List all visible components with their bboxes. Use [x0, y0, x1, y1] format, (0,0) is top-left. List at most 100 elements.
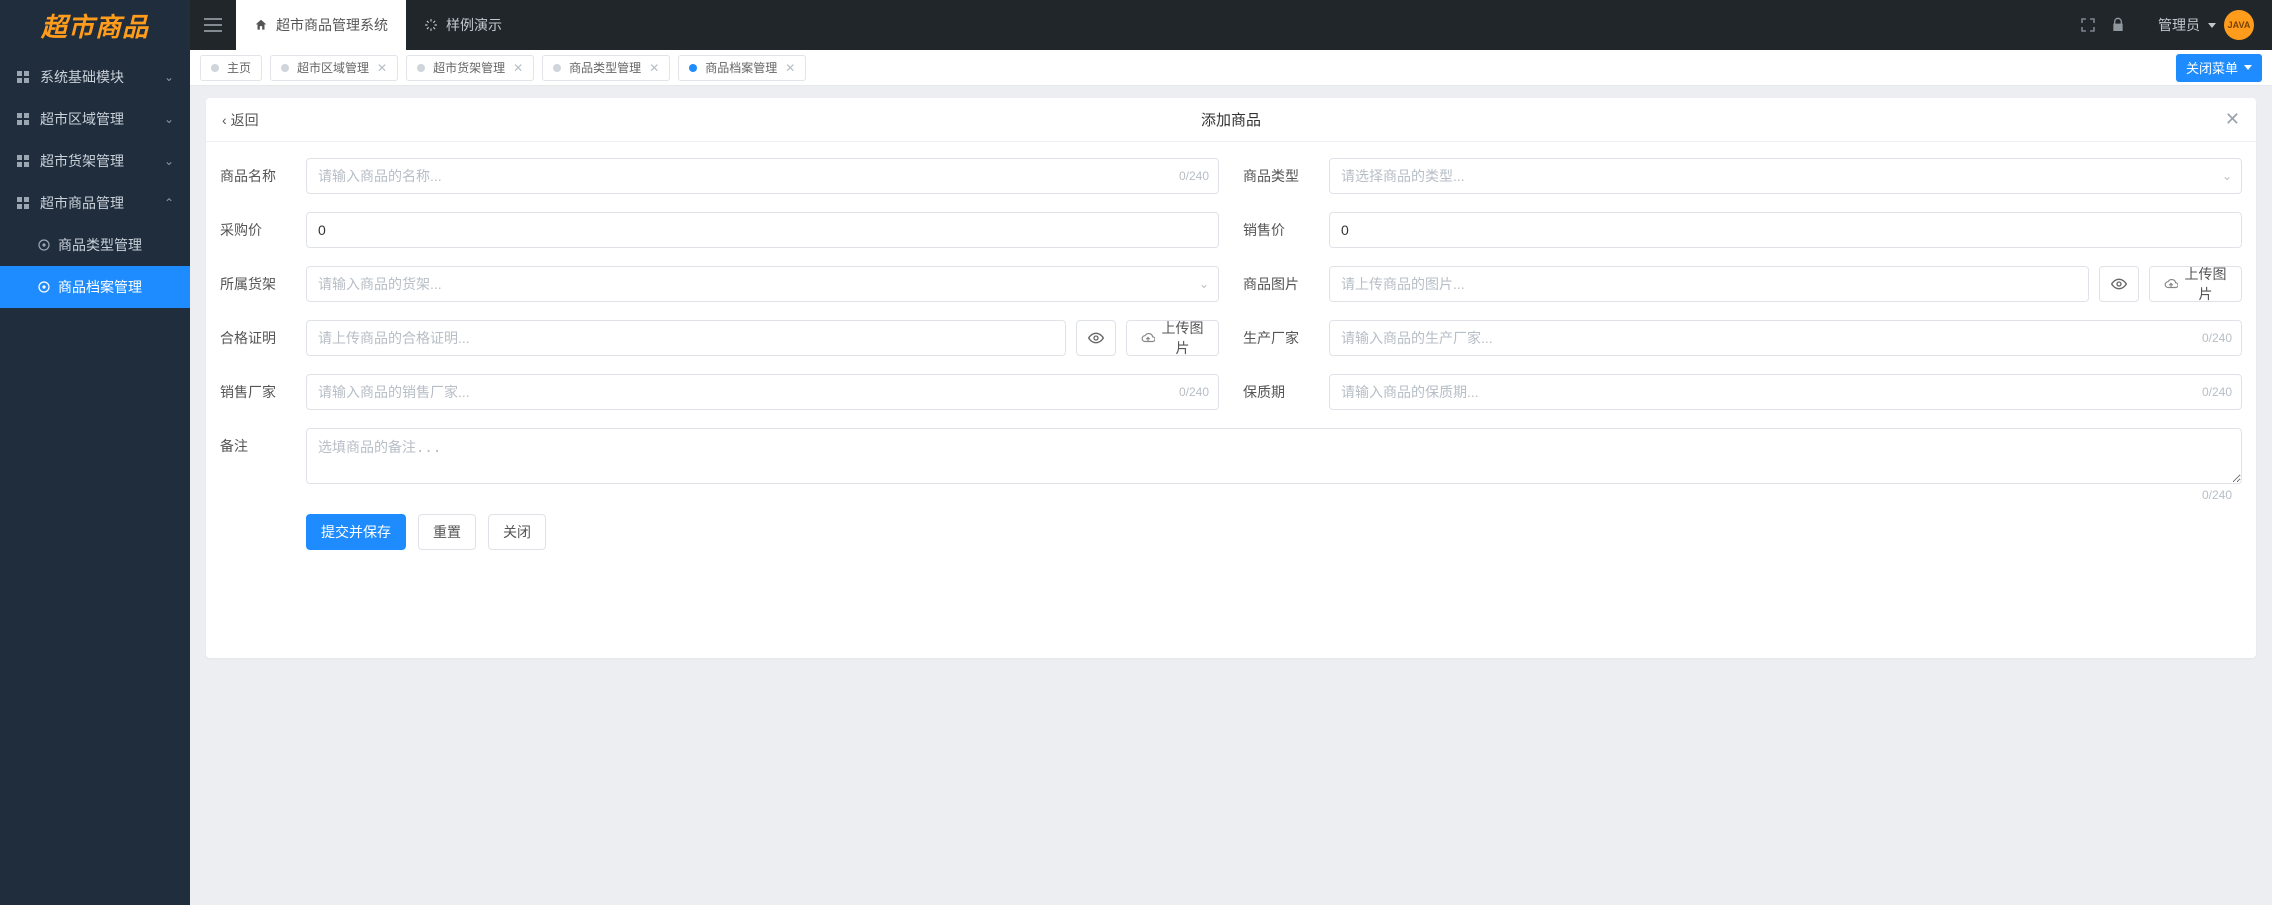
sidebar-item-label: 超市区域管理	[40, 109, 124, 129]
shelf-label: 所属货架	[220, 274, 306, 294]
lock-icon[interactable]	[2110, 17, 2126, 33]
breadcrumb-tab-archive[interactable]: 商品档案管理 ✕	[678, 55, 806, 81]
submit-button[interactable]: 提交并保存	[306, 514, 406, 550]
image-label: 商品图片	[1243, 274, 1329, 294]
sidebar-item-area[interactable]: 超市区域管理 ⌄	[0, 98, 190, 140]
chevron-down-icon: ⌄	[164, 154, 174, 168]
chevron-down-icon: ⌄	[164, 112, 174, 126]
producer-label: 生产厂家	[1243, 328, 1329, 348]
shelf-select[interactable]	[306, 266, 1219, 302]
type-select[interactable]	[1329, 158, 2242, 194]
reset-button[interactable]: 重置	[418, 514, 476, 550]
breadcrumb-tab-area[interactable]: 超市区域管理 ✕	[270, 55, 398, 81]
close-icon[interactable]: ✕	[649, 61, 659, 75]
producer-input[interactable]	[1329, 320, 2242, 356]
seller-input[interactable]	[306, 374, 1219, 410]
close-icon[interactable]: ✕	[377, 61, 387, 75]
panel-head: ‹ 返回 添加商品 ✕	[206, 98, 2256, 142]
shelflife-input[interactable]	[1329, 374, 2242, 410]
top-header: 超市商品管理系统 样例演示 管理员 JAVA	[190, 0, 2272, 50]
hamburger-icon	[204, 24, 222, 26]
caret-down-icon	[2208, 23, 2216, 28]
name-input[interactable]	[306, 158, 1219, 194]
tab-label: 商品档案管理	[705, 59, 777, 76]
panel-wrap: ‹ 返回 添加商品 ✕ 商品名称 0/240	[190, 86, 2272, 905]
grid-icon	[16, 70, 30, 84]
fullscreen-icon[interactable]	[2080, 17, 2096, 33]
breadcrumb-tab-type[interactable]: 商品类型管理 ✕	[542, 55, 670, 81]
eye-icon	[1088, 330, 1104, 346]
purchase-input[interactable]	[306, 212, 1219, 248]
tab-label: 商品类型管理	[569, 59, 641, 76]
preview-image-button[interactable]	[2099, 266, 2139, 302]
close-icon[interactable]: ✕	[785, 61, 795, 75]
cloud-upload-icon	[1141, 331, 1155, 345]
close-menu-label: 关闭菜单	[2186, 58, 2238, 77]
upload-cert-button[interactable]: 上传图片	[1126, 320, 1219, 356]
top-tab-primary[interactable]: 超市商品管理系统	[236, 0, 406, 50]
admin-dropdown[interactable]: 管理员 JAVA	[2140, 0, 2272, 50]
sidebar-subitem-label: 商品类型管理	[58, 235, 142, 255]
sale-input[interactable]	[1329, 212, 2242, 248]
tab-label: 超市区域管理	[297, 59, 369, 76]
panel-close-button[interactable]: ✕	[2225, 109, 2240, 130]
chevron-up-icon: ⌃	[164, 196, 174, 210]
preview-cert-button[interactable]	[1076, 320, 1116, 356]
shelflife-label: 保质期	[1243, 382, 1329, 402]
type-label: 商品类型	[1243, 166, 1329, 186]
sidebar-item-product[interactable]: 超市商品管理 ⌃	[0, 182, 190, 224]
tab-label: 主页	[227, 59, 251, 76]
eye-icon	[2111, 276, 2127, 292]
grid-icon	[16, 112, 30, 126]
breadcrumb-tab-home[interactable]: 主页	[200, 55, 262, 81]
hamburger-button[interactable]	[190, 0, 236, 50]
panel: ‹ 返回 添加商品 ✕ 商品名称 0/240	[206, 98, 2256, 658]
back-label: 返回	[231, 110, 259, 130]
status-dot-icon	[417, 64, 425, 72]
close-menu-button[interactable]: 关闭菜单	[2176, 54, 2262, 82]
avatar: JAVA	[2224, 10, 2254, 40]
sidebar-item-shelf[interactable]: 超市货架管理 ⌄	[0, 140, 190, 182]
image-input[interactable]	[1329, 266, 2089, 302]
close-button[interactable]: 关闭	[488, 514, 546, 550]
status-dot-icon	[689, 64, 697, 72]
sidebar-item-system-base[interactable]: 系统基础模块 ⌄	[0, 56, 190, 98]
breadcrumb-tab-shelf[interactable]: 超市货架管理 ✕	[406, 55, 534, 81]
tab-label: 超市货架管理	[433, 59, 505, 76]
target-icon	[38, 281, 50, 293]
chevron-left-icon: ‹	[222, 112, 227, 128]
top-tab-label: 样例演示	[446, 15, 502, 35]
sidebar-subitem-archive[interactable]: 商品档案管理	[0, 266, 190, 308]
avatar-text: JAVA	[2228, 20, 2251, 30]
top-tab-demo[interactable]: 样例演示	[406, 0, 520, 50]
logo-area: 超市商品	[0, 0, 190, 50]
logo-text: 超市商品	[41, 7, 149, 44]
close-icon[interactable]: ✕	[513, 61, 523, 75]
upload-image-button[interactable]: 上传图片	[2149, 266, 2242, 302]
name-label: 商品名称	[220, 166, 306, 186]
back-link[interactable]: ‹ 返回	[222, 110, 259, 130]
sidebar-subitem-type[interactable]: 商品类型管理	[0, 224, 190, 266]
sale-label: 销售价	[1243, 220, 1329, 240]
home-icon	[254, 18, 268, 32]
status-dot-icon	[553, 64, 561, 72]
cert-input[interactable]	[306, 320, 1066, 356]
remark-counter: 0/240	[2202, 488, 2232, 502]
product-form: 商品名称 0/240 商品类型 ⌄	[206, 142, 2256, 566]
upload-label: 上传图片	[1161, 318, 1204, 358]
sidebar: 超市商品 系统基础模块 ⌄ 超市区域管理 ⌄ 超市货架管理 ⌄	[0, 0, 190, 905]
status-dot-icon	[281, 64, 289, 72]
panel-title: 添加商品	[1201, 109, 1261, 130]
grid-icon	[16, 196, 30, 210]
main-area: 超市商品管理系统 样例演示 管理员 JAVA 主页	[190, 0, 2272, 905]
top-tab-label: 超市商品管理系统	[276, 15, 388, 35]
top-icon-group	[2066, 0, 2140, 50]
seller-label: 销售厂家	[220, 382, 306, 402]
sidebar-item-label: 系统基础模块	[40, 67, 124, 87]
cert-label: 合格证明	[220, 328, 306, 348]
sidebar-menu: 系统基础模块 ⌄ 超市区域管理 ⌄ 超市货架管理 ⌄ 超市商品管理 ⌃	[0, 50, 190, 308]
upload-label: 上传图片	[2184, 264, 2227, 304]
sidebar-item-label: 超市商品管理	[40, 193, 124, 213]
caret-down-icon	[2244, 65, 2252, 70]
remark-textarea[interactable]	[306, 428, 2242, 484]
